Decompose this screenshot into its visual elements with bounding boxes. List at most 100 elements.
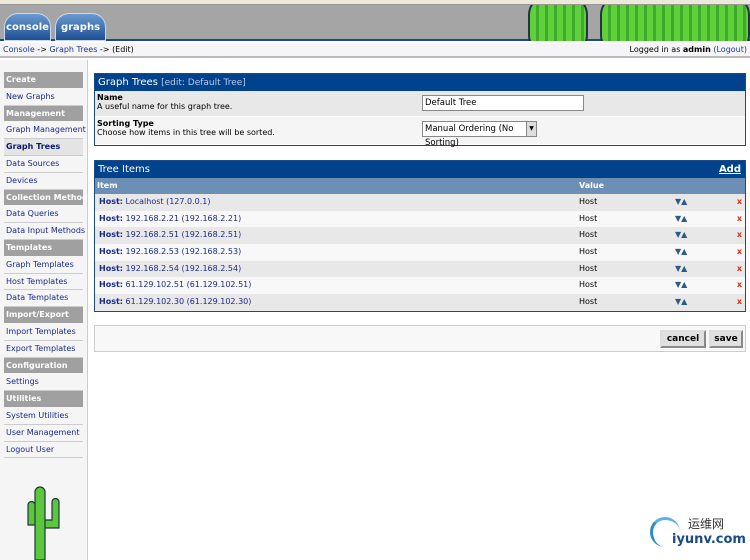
- sidebar-header-collection-methods: Collection Methods: [4, 189, 92, 207]
- move-up-icon[interactable]: ▲: [681, 247, 687, 256]
- item-value: Host: [579, 297, 598, 307]
- column-value: Value: [579, 181, 605, 190]
- item-prefix: Host:: [99, 297, 123, 307]
- sidebar-item-logout-user[interactable]: Logout User: [4, 442, 83, 459]
- item-name: 192.168.2.51 (192.168.2.51): [122, 230, 242, 240]
- sidebar-item-settings[interactable]: Settings: [4, 374, 83, 392]
- item-value: Host: [579, 213, 598, 223]
- login-status: Logged in as admin (Logout): [630, 43, 747, 57]
- tree-item-link[interactable]: Host: Localhost (127.0.0.1): [99, 197, 210, 206]
- sidebar-item-data-templates[interactable]: Data Templates: [4, 290, 83, 308]
- name-row: Name A useful name for this graph tree. …: [95, 91, 745, 117]
- graph-tree-form: Graph Trees [edit: Default Tree] Name A …: [94, 73, 746, 148]
- sidebar-header-management: Management: [4, 105, 83, 123]
- item-prefix: Host:: [99, 213, 123, 223]
- item-name: 192.168.2.54 (192.168.2.54): [122, 263, 242, 273]
- sidebar-item-data-input-methods[interactable]: Data Input Methods: [4, 223, 85, 240]
- sidebar-item-host-templates[interactable]: Host Templates: [4, 274, 83, 291]
- login-prefix: Logged in as: [629, 45, 683, 54]
- item-value: Host: [579, 280, 598, 290]
- tab-console[interactable]: console: [4, 13, 51, 41]
- sidebar-item-user-management[interactable]: User Management: [4, 425, 83, 442]
- delete-icon[interactable]: x: [737, 227, 742, 243]
- move-up-icon[interactable]: ▲: [681, 197, 687, 206]
- sidebar-item-data-queries[interactable]: Data Queries: [4, 206, 83, 224]
- form-title: Graph Trees: [98, 77, 158, 88]
- watermark-cn: 运维网: [688, 517, 725, 531]
- breadcrumb-sep: ->: [34, 45, 50, 54]
- sidebar-header-create: Create: [4, 72, 83, 89]
- item-name: 61.129.102.51 (61.129.102.51): [122, 280, 252, 290]
- move-up-icon[interactable]: ▲: [681, 214, 687, 223]
- tree-item-link[interactable]: Host: 61.129.102.51 (61.129.102.51): [99, 280, 251, 289]
- sorting-type-select[interactable]: Manual Ordering (No Sorting) ▼: [422, 121, 537, 148]
- tree-item-link[interactable]: Host: 192.168.2.53 (192.168.2.53): [99, 247, 241, 256]
- tree-items-title: Tree Items: [98, 164, 150, 175]
- chevron-down-icon: ▼: [526, 122, 536, 136]
- logout-link[interactable]: (Logout): [713, 45, 747, 54]
- sorting-label: Sorting Type: [97, 119, 154, 128]
- table-row: Host: 61.129.102.30 (61.129.102.30) Host…: [95, 294, 745, 311]
- sidebar-header-import-export: Import/Export: [4, 307, 83, 324]
- sidebar-item-import-templates[interactable]: Import Templates: [4, 324, 83, 341]
- sidebar-header-templates: Templates: [4, 239, 83, 257]
- header: console graphs: [0, 5, 750, 41]
- tree-item-link[interactable]: Host: 61.129.102.30 (61.129.102.30): [99, 297, 251, 306]
- breadcrumb-edit: (Edit): [112, 45, 134, 54]
- save-button[interactable]: save: [709, 330, 743, 348]
- item-prefix: Host:: [99, 263, 123, 273]
- breadcrumb-graph-trees[interactable]: Graph Trees: [49, 45, 97, 54]
- tab-graphs[interactable]: graphs: [55, 13, 106, 41]
- sidebar-item-graph-management[interactable]: Graph Management: [4, 122, 86, 140]
- tree-item-link[interactable]: Host: 192.168.2.54 (192.168.2.54): [99, 264, 241, 273]
- sidebar-item-graph-trees[interactable]: Graph Trees: [4, 139, 83, 156]
- sorting-value: Manual Ordering (No Sorting): [425, 124, 514, 148]
- login-user: admin: [682, 45, 711, 54]
- tree-item-link[interactable]: Host: 192.168.2.51 (192.168.2.51): [99, 230, 241, 239]
- sidebar-item-data-sources[interactable]: Data Sources: [4, 156, 83, 173]
- name-label: Name: [97, 93, 123, 102]
- table-row: Host: 192.168.2.51 (192.168.2.51) Host ▼…: [95, 227, 745, 245]
- move-up-icon[interactable]: ▲: [681, 297, 687, 306]
- item-value: Host: [579, 263, 598, 273]
- item-prefix: Host:: [99, 280, 123, 290]
- item-value: Host: [579, 247, 598, 257]
- sidebar-item-devices[interactable]: Devices: [4, 173, 83, 190]
- form-subtitle: [edit: Default Tree]: [161, 78, 246, 88]
- tree-items-panel: Tree Items Add Item Value Host: Localhost …: [94, 160, 746, 312]
- delete-icon[interactable]: x: [737, 194, 742, 210]
- sidebar-item-export-templates[interactable]: Export Templates: [4, 341, 83, 358]
- sidebar: Create New Graphs Management Graph Manageme…: [0, 60, 92, 560]
- sorting-description: Choose how items in this tree will be so…: [97, 128, 275, 137]
- delete-icon[interactable]: x: [737, 277, 742, 293]
- cancel-button[interactable]: cancel: [660, 330, 706, 348]
- delete-icon[interactable]: x: [737, 294, 742, 310]
- cactus-logo-icon: [27, 486, 60, 560]
- sorting-row: Sorting Type Choose how items in this tr…: [95, 117, 745, 148]
- tree-item-link[interactable]: Host: 192.168.2.21 (192.168.2.21): [99, 214, 241, 223]
- move-up-icon[interactable]: ▲: [681, 280, 687, 289]
- table-row: Host: 61.129.102.51 (61.129.102.51) Host…: [95, 277, 745, 295]
- move-up-icon[interactable]: ▲: [681, 230, 687, 239]
- sidebar-item-system-utilities[interactable]: System Utilities: [4, 408, 83, 425]
- breadcrumb-console[interactable]: Console: [3, 45, 35, 54]
- table-row: Host: 192.168.2.21 (192.168.2.21) Host ▼…: [95, 210, 745, 228]
- delete-icon[interactable]: x: [737, 244, 742, 260]
- name-input[interactable]: Default Tree: [422, 95, 584, 111]
- form-header: Graph Trees [edit: Default Tree]: [95, 74, 745, 91]
- move-up-icon[interactable]: ▲: [681, 264, 687, 273]
- item-name: 61.129.102.30 (61.129.102.30): [122, 297, 252, 307]
- table-row: Host: 192.168.2.53 (192.168.2.53) Host ▼…: [95, 244, 745, 261]
- delete-icon[interactable]: x: [737, 211, 742, 227]
- sidebar-header-utilities: Utilities: [4, 391, 83, 408]
- sidebar-item-graph-templates[interactable]: Graph Templates: [4, 257, 83, 274]
- breadcrumb-sep: ->: [97, 45, 113, 54]
- add-link[interactable]: Add: [719, 161, 741, 178]
- delete-icon[interactable]: x: [737, 261, 742, 277]
- item-value: Host: [579, 197, 598, 206]
- table-row: Host: 192.168.2.54 (192.168.2.54) Host ▼…: [95, 260, 745, 278]
- item-value: Host: [579, 230, 598, 240]
- item-prefix: Host:: [99, 247, 123, 257]
- sidebar-item-new-graphs[interactable]: New Graphs: [4, 89, 83, 106]
- item-prefix: Host:: [99, 230, 123, 240]
